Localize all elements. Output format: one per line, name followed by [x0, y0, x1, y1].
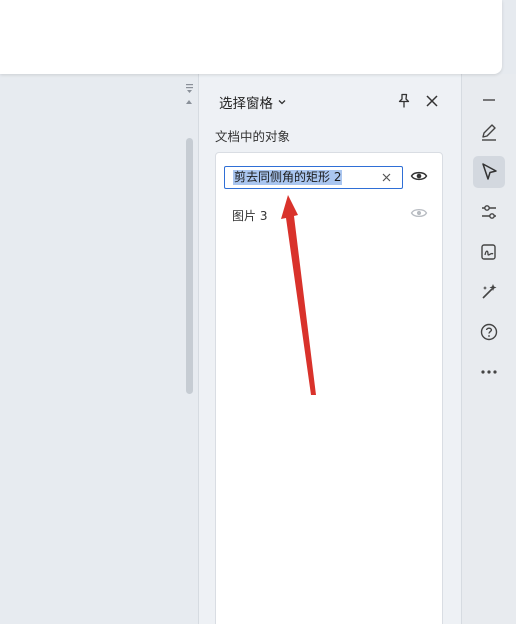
scroll-up-icon[interactable]	[185, 98, 193, 106]
chevron-down-icon[interactable]	[277, 97, 287, 107]
list-item[interactable]: 图片 3	[232, 207, 267, 224]
close-icon[interactable]	[423, 92, 441, 110]
pen-icon[interactable]	[477, 120, 501, 144]
object-list: 剪去同侧角的矩形 2 图片 3	[215, 152, 443, 624]
document-page[interactable]	[0, 0, 502, 74]
sign-icon[interactable]	[477, 240, 501, 264]
eye-icon[interactable]	[410, 169, 428, 183]
scrollbar-thumb[interactable]	[186, 138, 193, 394]
more-icon[interactable]	[477, 360, 501, 384]
help-icon[interactable]	[477, 320, 501, 344]
right-toolbar	[461, 74, 516, 624]
magic-wand-icon[interactable]	[477, 280, 501, 304]
scroll-split-icon[interactable]	[186, 84, 193, 94]
sliders-icon[interactable]	[477, 200, 501, 224]
selection-pane: 选择窗格 文档中的对象 剪去同侧角的矩形 2 图片 3	[199, 74, 461, 624]
document-area	[0, 0, 198, 624]
pin-icon[interactable]	[395, 92, 413, 110]
select-pointer-icon[interactable]	[477, 160, 501, 184]
section-label: 文档中的对象	[215, 129, 291, 144]
object-name-selected-text[interactable]: 剪去同侧角的矩形 2	[233, 170, 343, 185]
pane-title-label: 选择窗格	[219, 96, 273, 112]
clear-icon[interactable]	[380, 171, 393, 184]
eye-icon[interactable]	[410, 206, 428, 220]
collapse-icon[interactable]	[477, 88, 501, 112]
pane-title[interactable]: 选择窗格	[219, 92, 287, 112]
object-name-editor[interactable]: 剪去同侧角的矩形 2	[224, 166, 403, 189]
document-vertical-scrollbar[interactable]	[183, 82, 195, 624]
